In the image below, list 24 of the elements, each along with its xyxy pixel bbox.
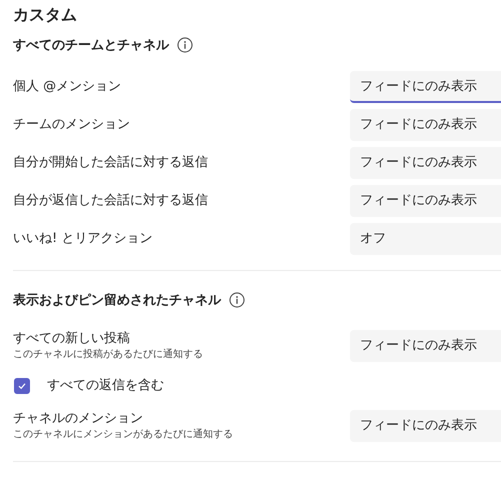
checkbox-label: すべての返信を含む bbox=[47, 377, 164, 395]
section-heading: 表示およびピン留めされたチャネル bbox=[13, 292, 221, 309]
setting-label: チームのメンション bbox=[13, 116, 131, 134]
checkbox[interactable] bbox=[14, 378, 30, 394]
info-icon[interactable] bbox=[177, 37, 193, 53]
setting-label: チャネルのメンション bbox=[13, 410, 144, 428]
dropdown[interactable]: フィードにのみ表示 bbox=[350, 410, 501, 442]
setting-label: 自分が開始した会話に対する返信 bbox=[13, 154, 209, 172]
section-heading: すべてのチームとチャネル bbox=[13, 37, 169, 54]
dropdown[interactable]: フィードにのみ表示 bbox=[350, 185, 501, 217]
dropdown[interactable]: フィードにのみ表示 bbox=[350, 330, 501, 362]
check-icon bbox=[17, 381, 27, 391]
dropdown[interactable]: フィードにのみ表示 bbox=[350, 147, 501, 179]
setting-label: 自分が返信した会話に対する返信 bbox=[13, 192, 209, 210]
setting-description: このチャネルにメンションがあるたびに通知する bbox=[13, 428, 234, 442]
page-title: カスタム bbox=[13, 4, 78, 26]
setting-label: いいね! とリアクション bbox=[13, 230, 154, 248]
dropdown[interactable]: フィードにのみ表示 bbox=[350, 109, 501, 141]
info-icon[interactable] bbox=[229, 292, 245, 308]
setting-label: 個人 @メンション bbox=[13, 78, 122, 96]
dropdown[interactable]: オフ bbox=[350, 223, 501, 255]
setting-label: すべての新しい投稿 bbox=[13, 330, 131, 348]
setting-description: このチャネルに投稿があるたびに通知する bbox=[13, 348, 204, 362]
dropdown[interactable]: フィードにのみ表示 bbox=[350, 71, 501, 103]
